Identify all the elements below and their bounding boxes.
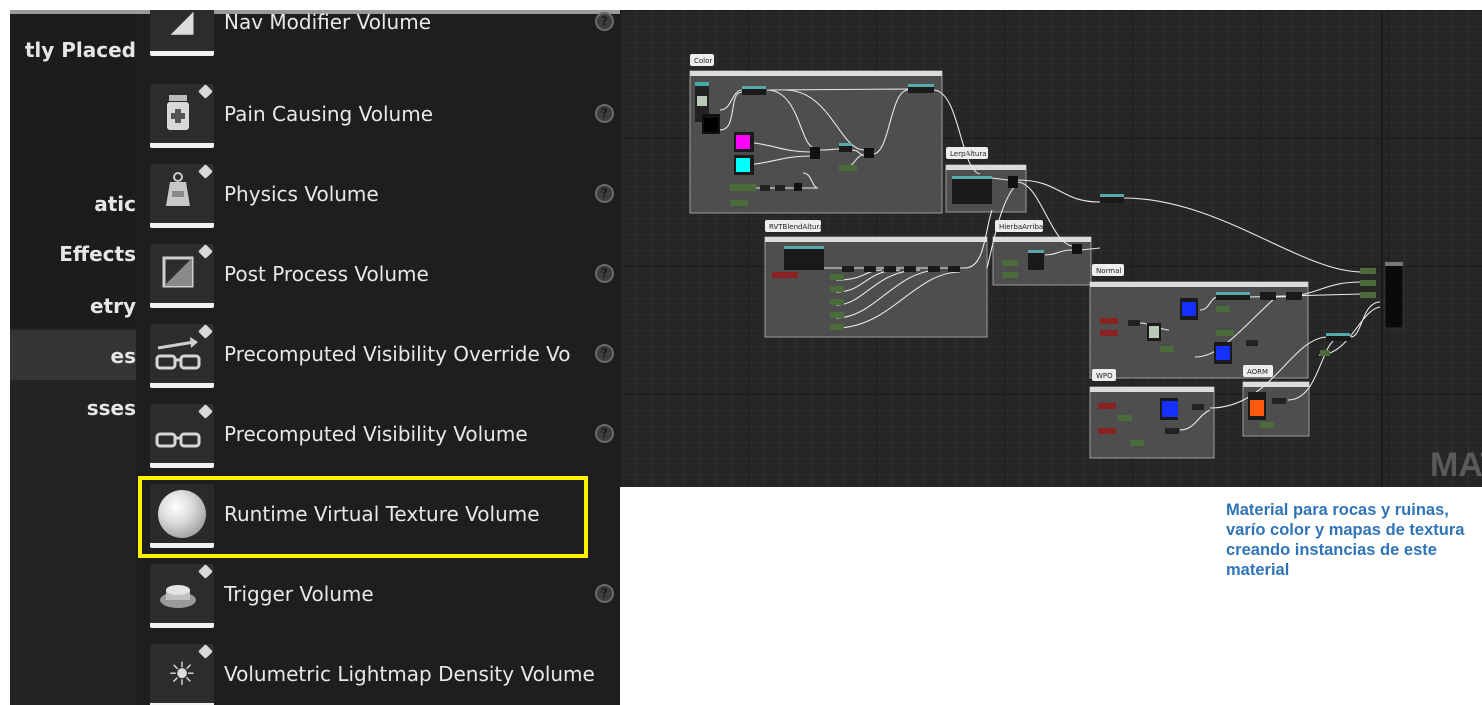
item-label: Pain Causing Volume bbox=[224, 102, 433, 126]
comment-title: RVTBlendAltura bbox=[769, 223, 824, 231]
list-item-precomputed-visibility-override-volume[interactable]: Precomputed Visibility Override Vo ? bbox=[138, 316, 620, 396]
help-icon[interactable]: ? bbox=[595, 104, 614, 123]
category-list-bg-lower bbox=[10, 328, 136, 705]
category-visual-effects[interactable]: Effects bbox=[10, 242, 136, 272]
comment-wpo[interactable]: WPO bbox=[1089, 369, 1215, 459]
lightmap-icon: ☀ bbox=[150, 644, 214, 705]
help-icon[interactable]: ? bbox=[595, 424, 614, 443]
help-icon[interactable]: ? bbox=[595, 584, 614, 603]
item-label: Precomputed Visibility Volume bbox=[224, 422, 528, 446]
comment-rvtblendaltura[interactable]: RVTBlendAltura bbox=[764, 220, 988, 338]
comment-title: AORM bbox=[1247, 368, 1268, 376]
physics-icon bbox=[150, 164, 214, 228]
cyan-swatch bbox=[736, 158, 750, 172]
list-item-physics-volume[interactable]: Physics Volume ? bbox=[138, 156, 620, 236]
category-recently-placed[interactable]: tly Placed bbox=[10, 38, 136, 68]
category-label: es bbox=[110, 344, 136, 368]
list-item-pain-causing-volume[interactable]: Pain Causing Volume ? bbox=[138, 76, 620, 156]
help-icon[interactable]: ? bbox=[595, 12, 614, 31]
sphere-icon bbox=[150, 484, 214, 548]
category-label: sses bbox=[86, 396, 136, 420]
magenta-swatch bbox=[736, 135, 750, 149]
comment-title: WPO bbox=[1096, 372, 1113, 380]
visibility-volume-icon bbox=[150, 404, 214, 468]
category-label: atic bbox=[94, 192, 136, 216]
list-item-volumetric-lightmap-density-volume[interactable]: ☀ Volumetric Lightmap Density Volume bbox=[138, 636, 620, 705]
caption-text: Material para rocas y ruinas, varío colo… bbox=[1226, 501, 1465, 579]
pain-causing-icon bbox=[150, 84, 214, 148]
category-all-classes[interactable]: sses bbox=[10, 396, 136, 426]
comment-title: HierbaArriba bbox=[999, 223, 1043, 231]
comment-title: Color bbox=[694, 57, 712, 65]
post-process-icon bbox=[150, 244, 214, 308]
material-graph[interactable]: Color LerpAltura RVTBlendAltura HierbaAr… bbox=[620, 10, 1482, 487]
item-label: Runtime Virtual Texture Volume bbox=[224, 502, 540, 526]
list-item-nav-modifier-volume[interactable]: ◢ Nav Modifier Volume ? bbox=[138, 10, 620, 64]
visibility-override-icon bbox=[150, 324, 214, 388]
item-label: Precomputed Visibility Override Vo bbox=[224, 342, 571, 366]
comment-title: Normal bbox=[1096, 267, 1121, 275]
category-label: tly Placed bbox=[24, 38, 136, 62]
item-label: Volumetric Lightmap Density Volume bbox=[224, 662, 595, 686]
volume-list: ◢ Nav Modifier Volume ? Pain Causing Vol… bbox=[138, 10, 620, 705]
category-label: Effects bbox=[59, 242, 136, 266]
category-volumes[interactable]: es bbox=[10, 330, 136, 380]
blue-swatch bbox=[1162, 401, 1178, 417]
category-cinematic[interactable]: atic bbox=[10, 192, 136, 222]
help-icon[interactable]: ? bbox=[595, 184, 614, 203]
item-label: Post Process Volume bbox=[224, 262, 429, 286]
list-item-precomputed-visibility-volume[interactable]: Precomputed Visibility Volume ? bbox=[138, 396, 620, 476]
category-geometry[interactable]: etry bbox=[10, 294, 136, 324]
item-label: Nav Modifier Volume bbox=[224, 10, 432, 34]
comment-title: LerpAltura bbox=[950, 150, 987, 158]
item-label: Physics Volume bbox=[224, 182, 379, 206]
help-icon[interactable]: ? bbox=[595, 264, 614, 283]
place-actors-panel: tly Placed atic Effects etry es sses ◢ N… bbox=[10, 10, 620, 705]
list-item-post-process-volume[interactable]: Post Process Volume ? bbox=[138, 236, 620, 316]
list-item-runtime-virtual-texture-volume[interactable]: Runtime Virtual Texture Volume bbox=[138, 476, 620, 558]
graph-canvas: Color LerpAltura RVTBlendAltura HierbaAr… bbox=[689, 10, 1482, 487]
comment-color[interactable]: Color bbox=[689, 54, 943, 214]
item-label: Trigger Volume bbox=[224, 582, 374, 606]
list-item-trigger-volume[interactable]: Trigger Volume ? bbox=[138, 556, 620, 636]
help-icon[interactable]: ? bbox=[595, 344, 614, 363]
graph-watermark: MAT bbox=[1430, 446, 1482, 484]
category-label: etry bbox=[89, 294, 136, 318]
nav-modifier-icon: ◢ bbox=[150, 10, 214, 56]
comment-normal[interactable]: Normal bbox=[1089, 264, 1309, 379]
category-list: tly Placed atic Effects etry es sses bbox=[10, 14, 136, 705]
trigger-icon bbox=[150, 564, 214, 628]
orange-swatch bbox=[1250, 400, 1264, 416]
material-output-node bbox=[1384, 261, 1404, 329]
